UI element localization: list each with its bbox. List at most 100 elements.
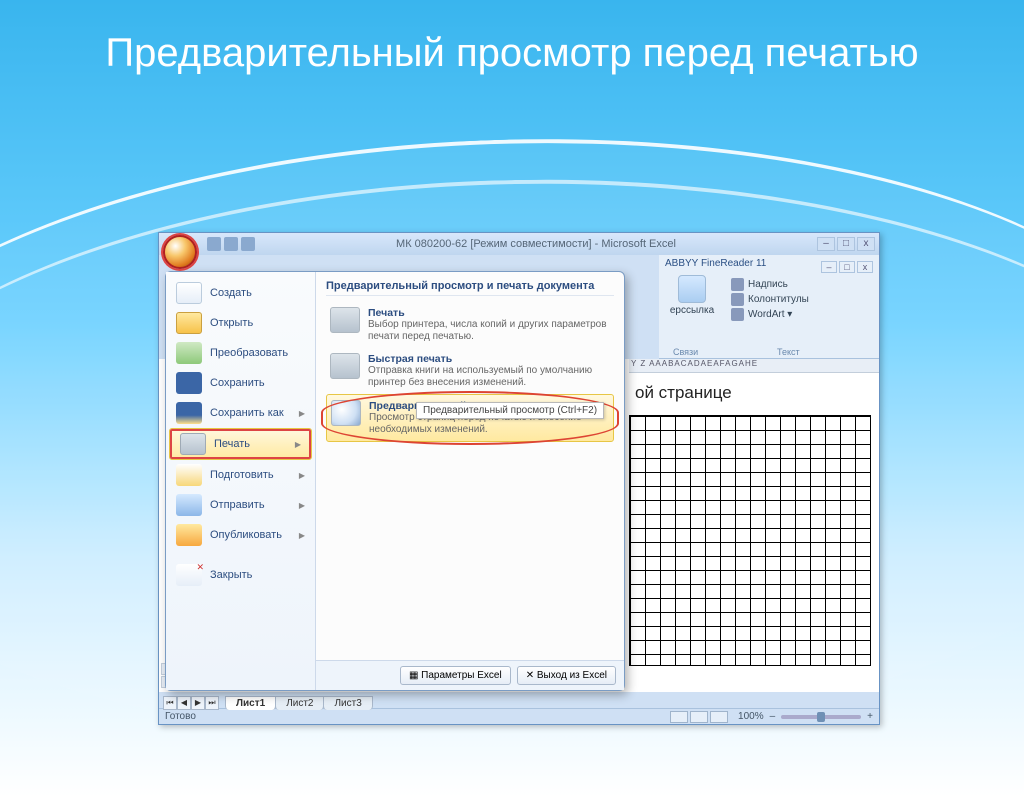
submenu-quick-title: Быстрая печать	[368, 353, 610, 365]
office-button[interactable]	[163, 235, 197, 269]
ribbon-tab-label[interactable]: ABBYY FineReader 11	[665, 258, 766, 269]
textbox-icon	[731, 278, 744, 291]
menu-print-label: Печать	[214, 438, 250, 450]
submenu-quick-desc: Отправка книги на используемый по умолча…	[368, 365, 610, 389]
tab-nav-last[interactable]: ⏭	[205, 696, 219, 710]
menu-saveas[interactable]: Сохранить как ▶	[166, 398, 315, 428]
submenu-print[interactable]: ПечатьВыбор принтера, числа копий и друг…	[326, 302, 614, 348]
print-icon	[180, 433, 206, 455]
workbook-minimize-button[interactable]: –	[821, 261, 837, 273]
chevron-right-icon: ▶	[295, 440, 301, 449]
textbox-label: Надпись	[748, 279, 788, 290]
visible-cell-text: ой странице	[635, 383, 732, 403]
menu-open[interactable]: Открыть	[166, 308, 315, 338]
column-headers[interactable]: Y Z AAABACADAEAFAGAHE	[629, 359, 879, 373]
view-normal-button[interactable]	[670, 711, 688, 723]
quick-access-toolbar[interactable]	[207, 237, 255, 251]
excel-window: МК 080200-62 [Режим совместимости] - Mic…	[158, 232, 880, 725]
titlebar: МК 080200-62 [Режим совместимости] - Mic…	[159, 233, 879, 255]
wordart-icon	[731, 308, 744, 321]
headerfooter-icon	[731, 293, 744, 306]
view-pagelayout-button[interactable]	[690, 711, 708, 723]
exit-excel-label: Выход из Excel	[537, 670, 607, 681]
magnifier-icon	[331, 400, 361, 426]
menu-saveas-label: Сохранить как	[210, 407, 284, 419]
menu-convert[interactable]: Преобразовать	[166, 338, 315, 368]
tab-nav-first[interactable]: ⏮	[163, 696, 177, 710]
qat-undo-icon[interactable]	[224, 237, 238, 251]
menu-publish-label: Опубликовать	[210, 529, 282, 541]
window-title: МК 080200-62 [Режим совместимости] - Mic…	[261, 238, 811, 250]
prepare-icon	[176, 464, 202, 486]
chevron-right-icon: ▶	[299, 409, 305, 418]
status-bar: Готово 100% – +	[159, 708, 879, 724]
tab-nav-next[interactable]: ▶	[191, 696, 205, 710]
menu-prepare-label: Подготовить	[210, 469, 274, 481]
zoom-out-button[interactable]: –	[770, 711, 776, 722]
tooltip: Предварительный просмотр (Ctrl+F2)	[416, 402, 604, 419]
menu-send-label: Отправить	[210, 499, 265, 511]
close-doc-icon	[176, 564, 202, 586]
window-close-button[interactable]: x	[857, 237, 875, 251]
submenu-header: Предварительный просмотр и печать докуме…	[326, 280, 614, 296]
exit-excel-button[interactable]: ✕ Выход из Excel	[517, 666, 616, 685]
zoom-slider[interactable]	[781, 715, 861, 719]
hyperlink-label: ерссылка	[670, 305, 714, 316]
qat-redo-icon[interactable]	[241, 237, 255, 251]
excel-options-button[interactable]: ▦ Параметры Excel	[400, 666, 511, 685]
window-minimize-button[interactable]: –	[817, 237, 835, 251]
headerfooter-label: Колонтитулы	[748, 294, 809, 305]
chevron-right-icon: ▶	[299, 471, 305, 480]
submenu-print-desc: Выбор принтера, числа копий и других пар…	[368, 319, 610, 343]
excel-options-label: Параметры Excel	[421, 670, 502, 681]
open-icon	[176, 312, 202, 334]
menu-save[interactable]: Сохранить	[166, 368, 315, 398]
quick-print-icon	[330, 353, 360, 379]
view-pagebreak-button[interactable]	[710, 711, 728, 723]
wordart-button[interactable]: WordArt ▾	[731, 307, 809, 322]
printer-icon	[330, 307, 360, 333]
sheet-tab-2[interactable]: Лист2	[275, 696, 324, 710]
sheet-tab-3[interactable]: Лист3	[323, 696, 372, 710]
sheet-tab-1[interactable]: Лист1	[225, 696, 276, 710]
workbook-close-button[interactable]: x	[857, 261, 873, 273]
menu-print[interactable]: Печать ▶	[169, 428, 312, 460]
window-maximize-button[interactable]: □	[837, 237, 855, 251]
zoom-level[interactable]: 100%	[738, 711, 764, 722]
zoom-in-button[interactable]: +	[867, 711, 873, 722]
tab-nav-prev[interactable]: ◀	[177, 696, 191, 710]
wordart-label: WordArt	[748, 309, 785, 320]
menu-save-label: Сохранить	[210, 377, 265, 389]
headerfooter-button[interactable]: Колонтитулы	[731, 292, 809, 307]
slide-title: Предварительный просмотр перед печатью	[0, 30, 1024, 76]
convert-icon	[176, 342, 202, 364]
menu-convert-label: Преобразовать	[210, 347, 288, 359]
send-icon	[176, 494, 202, 516]
submenu-print-title: Печать	[368, 307, 610, 319]
new-icon	[176, 282, 202, 304]
grid-area[interactable]	[629, 415, 871, 666]
menu-publish[interactable]: Опубликовать ▶	[166, 520, 315, 550]
chevron-right-icon: ▶	[299, 501, 305, 510]
menu-close-label: Закрыть	[210, 569, 252, 581]
menu-prepare[interactable]: Подготовить ▶	[166, 460, 315, 490]
status-ready: Готово	[165, 711, 196, 722]
saveas-icon	[176, 402, 202, 424]
menu-new[interactable]: Создать	[166, 278, 315, 308]
publish-icon	[176, 524, 202, 546]
menu-open-label: Открыть	[210, 317, 253, 329]
office-menu: Создать Открыть Преобразовать Сохранить …	[165, 271, 625, 691]
menu-send[interactable]: Отправить ▶	[166, 490, 315, 520]
hyperlink-button[interactable]: ерссылка	[661, 275, 723, 316]
qat-save-icon[interactable]	[207, 237, 221, 251]
submenu-quick-print[interactable]: Быстрая печатьОтправка книги на использу…	[326, 348, 614, 394]
workbook-restore-button[interactable]: □	[839, 261, 855, 273]
menu-new-label: Создать	[210, 287, 252, 299]
chevron-right-icon: ▶	[299, 531, 305, 540]
save-icon	[176, 372, 202, 394]
ribbon-group-links: Связи	[673, 347, 698, 357]
menu-close[interactable]: Закрыть	[166, 560, 315, 590]
globe-icon	[678, 275, 706, 303]
textbox-button[interactable]: Надпись	[731, 277, 809, 292]
ribbon-group-text: Текст	[777, 347, 800, 357]
